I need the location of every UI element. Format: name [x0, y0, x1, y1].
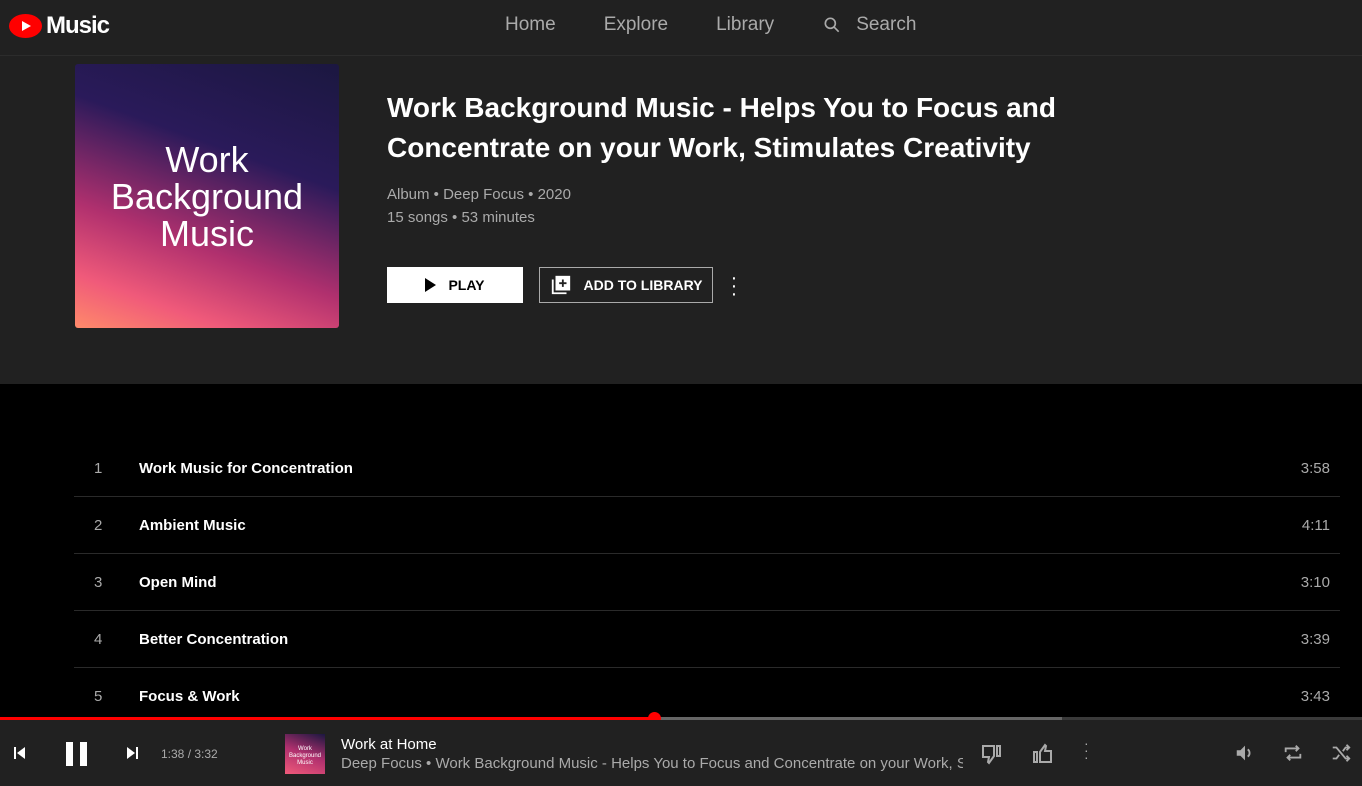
track-title: Ambient Music	[139, 516, 246, 534]
nav-library[interactable]: Library	[716, 14, 774, 36]
track-duration: 3:58	[1300, 459, 1330, 477]
play-icon	[425, 278, 437, 292]
track-title: Better Concentration	[139, 630, 289, 648]
youtube-music-logo[interactable]: Music	[9, 12, 110, 40]
pause-icon[interactable]	[64, 741, 90, 767]
track-title: Open Mind	[139, 573, 217, 591]
thumbs-down-icon[interactable]	[980, 742, 1004, 766]
track-duration: 3:10	[1300, 573, 1330, 591]
track-number: 4	[94, 630, 103, 648]
track-duration: 3:43	[1300, 687, 1330, 705]
top-nav: Music Home Explore Library Search	[0, 0, 1362, 56]
track-duration: 3:39	[1300, 630, 1330, 648]
track-title: Work Music for Concentration	[139, 459, 353, 477]
next-icon[interactable]	[124, 745, 140, 761]
volume-icon[interactable]	[1234, 742, 1256, 764]
repeat-icon[interactable]	[1282, 742, 1304, 764]
album-header: Music Home Explore Library Search Work B…	[0, 0, 1362, 384]
album-meta: Album • Deep Focus • 2020	[387, 186, 571, 203]
play-button[interactable]: PLAY	[387, 267, 523, 303]
now-playing-thumbnail: Work Background Music	[285, 734, 325, 774]
track-title: Focus & Work	[139, 687, 240, 705]
more-options-icon[interactable]: · · ·	[724, 268, 744, 304]
album-title: Work Background Music - Helps You to Foc…	[387, 92, 1056, 163]
shuffle-icon[interactable]	[1330, 742, 1352, 764]
track-number: 5	[94, 687, 103, 705]
more-icon[interactable]: · · ·	[1084, 736, 1089, 764]
play-logo-icon	[9, 14, 42, 38]
library-add-icon	[551, 275, 570, 295]
player-bar: 1:38 / 3:32 Work Background Music Work a…	[0, 720, 1362, 786]
now-playing-subtitle[interactable]: Deep Focus • Work Background Music - Hel…	[341, 755, 963, 772]
previous-icon[interactable]	[12, 745, 28, 761]
nav-home[interactable]: Home	[505, 14, 556, 36]
track-list: 1 Work Music for Concentration 3:58 2 Ambien…	[74, 440, 1340, 725]
track-duration: 4:11	[1301, 516, 1330, 534]
track-number: 2	[94, 516, 103, 534]
nav-search[interactable]: Search	[822, 14, 916, 36]
time-display: 1:38 / 3:32	[161, 747, 218, 761]
nav-explore[interactable]: Explore	[604, 14, 668, 36]
now-playing-title[interactable]: Work at Home	[341, 736, 437, 753]
search-icon	[824, 17, 840, 33]
track-row[interactable]: 1 Work Music for Concentration 3:58	[74, 440, 1340, 497]
track-row[interactable]: 4 Better Concentration 3:39	[74, 611, 1340, 668]
track-number: 1	[94, 459, 103, 477]
album-art: Work Background Music	[75, 64, 339, 328]
thumbs-up-icon[interactable]	[1030, 742, 1054, 766]
add-to-library-button[interactable]: ADD TO LIBRARY	[539, 267, 713, 303]
track-row[interactable]: 2 Ambient Music 4:11	[74, 497, 1340, 554]
album-stats: 15 songs • 53 minutes	[387, 209, 535, 226]
track-row[interactable]: 3 Open Mind 3:10	[74, 554, 1340, 611]
track-number: 3	[94, 573, 103, 591]
